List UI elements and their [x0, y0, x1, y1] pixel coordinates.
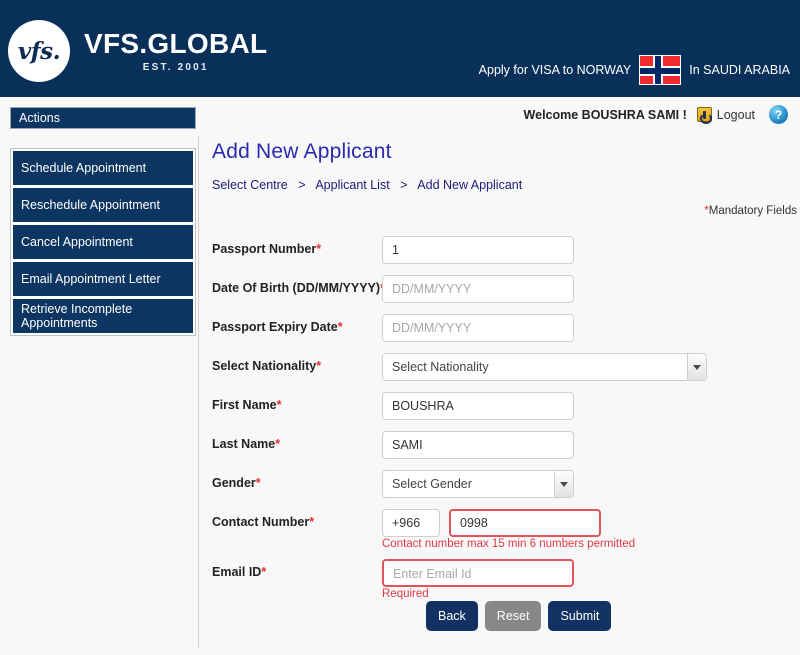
email-id-input[interactable]: Enter Email Id	[382, 559, 574, 587]
sidebar-header-actions: Actions	[10, 107, 196, 129]
sidebar-item-retrieve-incomplete-appointments[interactable]: Retrieve Incomplete Appointments	[13, 299, 193, 333]
content-header: Add New Applicant Select Centre > Applic…	[212, 140, 800, 217]
contact-number-error: Contact number max 15 min 6 numbers perm…	[382, 538, 636, 550]
page-title: Add New Applicant	[212, 140, 392, 163]
submit-button[interactable]: Submit	[548, 601, 612, 631]
gender-selected-value: Select Gender	[392, 477, 472, 491]
row-date-of-birth: Date Of Birth (DD/MM/YYYY)* DD/MM/YYYY	[212, 275, 800, 314]
row-email-id: Email ID* Enter Email Id Required	[212, 559, 800, 600]
email-id-error: Required	[382, 588, 429, 600]
required-star: *	[309, 515, 315, 529]
label-text: Select Nationality	[212, 359, 317, 373]
vfs-logo-badge-icon: vfs.	[8, 20, 70, 82]
row-last-name: Last Name* SAMI	[212, 431, 800, 470]
breadcrumb-separator: >	[400, 178, 408, 192]
sidebar-item-reschedule-appointment[interactable]: Reschedule Appointment	[13, 188, 193, 222]
add-applicant-form: Passport Number* 1 Date Of Birth (DD/MM/…	[212, 236, 800, 600]
breadcrumb: Select Centre > Applicant List > Add New…	[212, 178, 800, 192]
required-star: *	[316, 359, 322, 373]
breadcrumb-item-add-new-applicant: Add New Applicant	[417, 178, 523, 192]
sidebar-item-cancel-appointment[interactable]: Cancel Appointment	[13, 225, 193, 259]
last-name-label: Last Name*	[212, 437, 280, 451]
form-actions: Back Reset Submit	[426, 601, 612, 631]
row-passport-expiry-date: Passport Expiry Date* DD/MM/YYYY	[212, 314, 800, 353]
row-contact-number: Contact Number* +966 0998 Contact number…	[212, 509, 800, 550]
sidebar-item-email-appointment-letter[interactable]: Email Appointment Letter	[13, 262, 193, 296]
breadcrumb-separator: >	[298, 178, 306, 192]
sidebar-item-label: Retrieve Incomplete Appointments	[21, 302, 133, 330]
sidebar-item-label: Cancel Appointment	[21, 235, 133, 249]
last-name-input[interactable]: SAMI	[382, 431, 574, 459]
label-text: Email ID	[212, 565, 262, 579]
page-root: vfs. VFS.GLOBAL EST. 2001 Apply for VISA…	[0, 0, 800, 655]
sidebar-item-schedule-appointment[interactable]: Schedule Appointment	[13, 151, 193, 185]
back-button[interactable]: Back	[426, 601, 478, 631]
apply-visa-suffix: In SAUDI ARABIA	[689, 63, 790, 77]
select-nationality-label: Select Nationality*	[212, 359, 321, 373]
passport-number-label: Passport Number*	[212, 242, 321, 256]
required-star: *	[255, 476, 261, 490]
logo-established: EST. 2001	[142, 62, 209, 73]
reset-button[interactable]: Reset	[484, 601, 542, 631]
country-code-input[interactable]: +966	[382, 509, 440, 537]
row-first-name: First Name* BOUSHRA	[212, 392, 800, 431]
help-question-icon[interactable]: ?	[769, 105, 788, 124]
logout-label: Logout	[716, 107, 755, 122]
nationality-selected-value: Select Nationality	[392, 360, 489, 374]
power-icon	[696, 107, 713, 124]
logo-text-block: VFS.GLOBAL EST. 2001	[84, 28, 268, 74]
norway-flag-icon	[639, 55, 682, 85]
logo-name: VFS.GLOBAL	[84, 28, 268, 59]
row-passport-number: Passport Number* 1	[212, 236, 800, 275]
label-text: Last Name	[212, 437, 276, 451]
sidebar-item-label: Schedule Appointment	[21, 161, 147, 175]
contact-number-input[interactable]: 0998	[449, 509, 601, 537]
required-star: *	[275, 437, 281, 451]
label-text: Passport Expiry Date	[212, 320, 338, 334]
first-name-input[interactable]: BOUSHRA	[382, 392, 574, 420]
date-of-birth-input[interactable]: DD/MM/YYYY	[382, 275, 574, 303]
breadcrumb-item-select-centre[interactable]: Select Centre	[212, 178, 288, 192]
passport-number-input[interactable]: 1	[382, 236, 574, 264]
required-star: *	[337, 320, 343, 334]
site-header: vfs. VFS.GLOBAL EST. 2001 Apply for VISA…	[0, 0, 800, 97]
sidebar: Actions Schedule Appointment Reschedule …	[0, 107, 198, 336]
sidebar-item-label: Reschedule Appointment	[21, 198, 160, 212]
vfs-global-logo[interactable]: vfs. VFS.GLOBAL EST. 2001	[8, 20, 267, 82]
breadcrumb-item-applicant-list[interactable]: Applicant List	[315, 178, 389, 192]
row-gender: Gender* Select Gender	[212, 470, 800, 509]
nationality-select[interactable]: Select Nationality	[382, 353, 707, 381]
label-text: Date Of Birth (DD/MM/YYYY)	[212, 281, 381, 295]
passport-expiry-date-input[interactable]: DD/MM/YYYY	[382, 314, 574, 342]
required-star: *	[261, 565, 267, 579]
mandatory-label: Mandatory Fields	[708, 205, 797, 217]
label-text: First Name	[212, 398, 277, 412]
row-select-nationality: Select Nationality* Select Nationality	[212, 353, 800, 392]
required-star: *	[276, 398, 282, 412]
sidebar-menu: Schedule Appointment Reschedule Appointm…	[10, 148, 196, 336]
gender-label: Gender*	[212, 476, 261, 490]
chevron-down-icon[interactable]	[687, 354, 706, 380]
email-id-label: Email ID*	[212, 565, 266, 579]
gender-select[interactable]: Select Gender	[382, 470, 574, 498]
apply-for-visa-line: Apply for VISA to NORWAY In SAUDI ARABIA	[479, 55, 790, 85]
apply-visa-prefix: Apply for VISA to NORWAY	[478, 63, 632, 77]
contact-number-label: Contact Number*	[212, 515, 314, 529]
welcome-text: Welcome BOUSHRA SAMI !	[523, 107, 687, 122]
passport-expiry-date-label: Passport Expiry Date*	[212, 320, 343, 334]
mandatory-fields-note: *Mandatory Fields	[704, 205, 797, 217]
sidebar-item-label: Email Appointment Letter	[21, 272, 161, 286]
logout-button[interactable]: Logout	[696, 107, 755, 124]
sidebar-content-divider	[198, 136, 199, 648]
label-text: Gender	[212, 476, 256, 490]
chevron-down-icon[interactable]	[554, 471, 573, 497]
date-of-birth-label: Date Of Birth (DD/MM/YYYY)*	[212, 281, 385, 295]
label-text: Contact Number	[212, 515, 310, 529]
first-name-label: First Name*	[212, 398, 281, 412]
required-star: *	[316, 242, 322, 256]
label-text: Passport Number	[212, 242, 317, 256]
